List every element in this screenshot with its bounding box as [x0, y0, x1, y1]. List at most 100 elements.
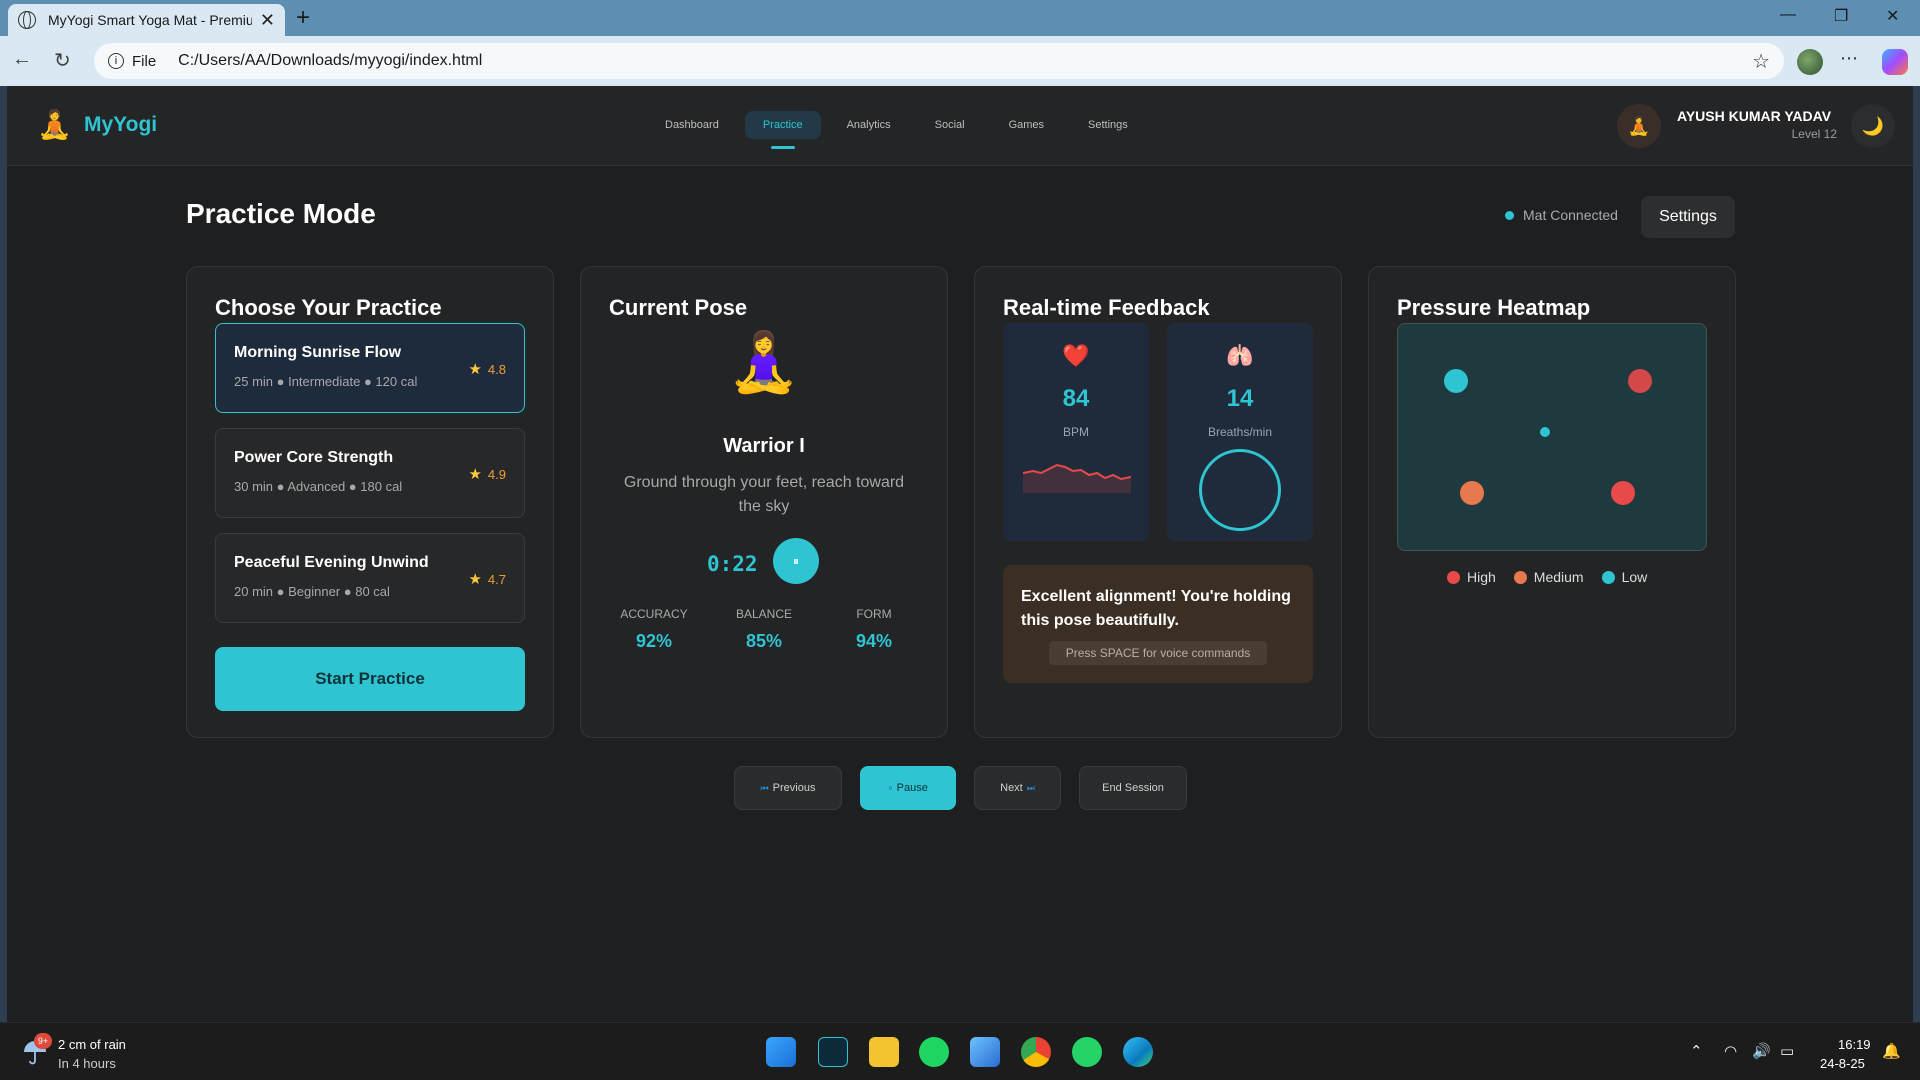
rating-value: 4.9 [487, 466, 506, 482]
more-menu-icon[interactable]: ⋯ [1840, 48, 1858, 69]
pause-timer-button[interactable]: ⏸ [773, 538, 819, 584]
heatmap-point [1628, 369, 1652, 393]
status-dot-icon [1505, 210, 1514, 220]
legend-swatch [1447, 570, 1460, 584]
start-practice-button[interactable]: Start Practice [215, 647, 525, 711]
nav-social[interactable]: Social [917, 111, 983, 139]
minimize-icon[interactable]: — [1780, 6, 1796, 24]
pause-label: Pause [896, 782, 928, 794]
practice-name: Morning Sunrise Flow [234, 344, 402, 361]
practice-item[interactable]: Peaceful Evening Unwind 20 min ● Beginne… [215, 533, 525, 623]
previous-icon: ⏮ [760, 782, 769, 793]
copilot-icon[interactable] [1882, 49, 1908, 75]
browser-tab-bar: MyYogi Smart Yoga Mat - Premiu ✕ + — ❐ ✕ [0, 0, 1920, 36]
wifi-icon[interactable]: ◠ [1724, 1042, 1737, 1060]
practice-item[interactable]: Power Core Strength 30 min ● Advanced ● … [215, 428, 525, 518]
next-button[interactable]: Next ⏭ [974, 766, 1061, 810]
practice-meta: 30 min ● Advanced ● 180 cal [234, 479, 403, 494]
new-tab-button[interactable]: + [296, 4, 310, 32]
clock-time[interactable]: 16:19 [1838, 1037, 1871, 1052]
weather-detail[interactable]: In 4 hours [58, 1056, 116, 1071]
spotify-icon[interactable] [919, 1037, 949, 1067]
card-title: Current Pose [609, 295, 748, 320]
app-window: 🧘 MyYogi Dashboard Practice Analytics So… [7, 86, 1913, 1022]
app-icon[interactable] [818, 1037, 848, 1067]
pressure-heatmap [1397, 323, 1707, 551]
notification-bell-icon[interactable]: 🔔 [1882, 1042, 1901, 1060]
heatmap-point [1444, 369, 1468, 393]
breathing-unit: Breaths/min [1207, 425, 1273, 439]
address-bar[interactable]: i File C:/Users/AA/Downloads/myyogi/inde… [94, 43, 1784, 79]
star-icon: ★ [468, 361, 482, 378]
mat-status-label: Mat Connected [1523, 207, 1618, 223]
practice-item[interactable]: Morning Sunrise Flow 25 min ● Intermedia… [215, 323, 525, 413]
heart-icon: ❤️ [1062, 343, 1090, 368]
current-pose-card: Current Pose 🧘‍♀️ Warrior I Ground throu… [580, 266, 948, 738]
user-name: AYUSH KUMAR YADAV [1677, 108, 1832, 124]
theme-toggle-moon-icon[interactable]: 🌙 [1851, 104, 1895, 148]
pause-button[interactable]: ⏸ Pause [860, 766, 956, 810]
breathing-ring [1199, 449, 1281, 531]
back-icon[interactable]: ← [12, 48, 32, 71]
battery-icon[interactable]: ▭ [1780, 1042, 1794, 1060]
previous-label: Previous [772, 782, 816, 794]
profile-avatar-icon[interactable] [1797, 49, 1823, 75]
heart-rate-unit: BPM [1062, 425, 1089, 439]
whatsapp-icon[interactable] [1072, 1037, 1102, 1067]
url-scheme-label: File [132, 52, 157, 70]
rating-value: 4.7 [487, 571, 506, 587]
legend-low: Low [1601, 569, 1648, 585]
file-explorer-icon[interactable] [869, 1037, 899, 1067]
windows-start-icon[interactable] [766, 1037, 796, 1067]
end-session-button[interactable]: End Session [1079, 766, 1187, 810]
practice-rating: ★ 4.8 [468, 360, 506, 378]
weather-summary[interactable]: 2 cm of rain [58, 1037, 126, 1052]
voice-command-hint: Press SPACE for voice commands [1049, 641, 1267, 665]
info-icon[interactable]: i [108, 53, 124, 69]
reload-icon[interactable]: ↻ [54, 48, 71, 73]
end-session-label: End Session [1102, 782, 1164, 794]
nav-games[interactable]: Games [991, 111, 1062, 139]
card-title: Choose Your Practice [215, 295, 442, 320]
address-toolbar: ← ↻ i File C:/Users/AA/Downloads/myyogi/… [0, 36, 1920, 86]
metric-value: 94% [855, 631, 893, 651]
nav-practice[interactable]: Practice [744, 111, 821, 149]
close-window-icon[interactable]: ✕ [1886, 6, 1899, 26]
nav-analytics[interactable]: Analytics [829, 111, 909, 139]
legend-label: Medium [1533, 569, 1584, 585]
chevron-up-icon[interactable]: ⌃ [1690, 1042, 1703, 1060]
next-label: Next [1000, 782, 1023, 794]
nav-settings[interactable]: Settings [1070, 111, 1146, 139]
breathing-panel: 🫁 14 Breaths/min [1167, 323, 1313, 541]
chrome-icon[interactable] [1021, 1037, 1051, 1067]
heart-rate-value: 84 [1062, 385, 1090, 412]
page-title: Practice Mode [186, 198, 376, 229]
close-tab-icon[interactable]: ✕ [260, 10, 275, 31]
edge-icon[interactable] [1123, 1037, 1153, 1067]
pause-icon: ⏸ [888, 782, 893, 793]
nav-dashboard[interactable]: Dashboard [647, 111, 737, 139]
brand-name[interactable]: MyYogi [84, 113, 157, 137]
taskbar: 9+ 2 cm of rain In 4 hours ⌃ ◠ 🔊 ▭ 16:19… [0, 1022, 1920, 1080]
mat-status: Mat Connected [1505, 207, 1618, 223]
heart-rate-panel: ❤️ 84 BPM [1003, 323, 1149, 541]
restore-icon[interactable]: ❐ [1834, 6, 1848, 26]
settings-button[interactable]: Settings [1641, 196, 1735, 238]
user-avatar[interactable]: 🧘 [1617, 104, 1661, 148]
metric-label: BALANCE [735, 607, 793, 621]
heart-rate-sparkline [1023, 463, 1131, 493]
legend-swatch [1513, 570, 1527, 584]
bookmark-star-icon[interactable]: ☆ [1752, 49, 1770, 74]
practice-name: Peaceful Evening Unwind [234, 554, 429, 571]
browser-tab[interactable]: MyYogi Smart Yoga Mat - Premiu ✕ [8, 4, 285, 36]
photos-icon[interactable] [970, 1037, 1000, 1067]
previous-button[interactable]: ⏮ Previous [734, 766, 842, 810]
app-header: 🧘 MyYogi Dashboard Practice Analytics So… [7, 86, 1913, 166]
volume-icon[interactable]: 🔊 [1752, 1042, 1771, 1060]
pose-timer: 0:22 [707, 552, 758, 576]
practice-name: Power Core Strength [234, 449, 394, 466]
practice-meta: 20 min ● Beginner ● 80 cal [234, 584, 390, 599]
clock-date[interactable]: 24-8-25 [1820, 1056, 1865, 1071]
star-icon: ★ [468, 571, 482, 588]
legend-label: Low [1621, 569, 1648, 585]
